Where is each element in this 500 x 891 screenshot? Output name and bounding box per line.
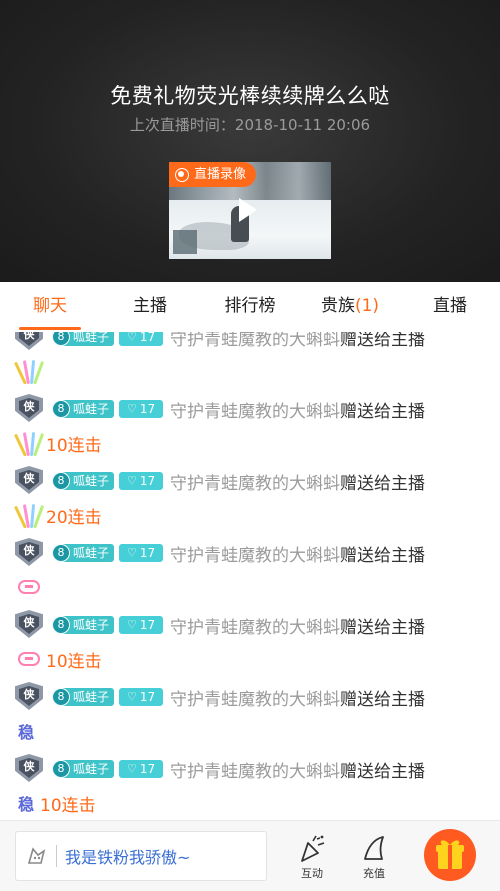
user-name[interactable]: 守护青蛙魔教的大蝌蚪 [170, 397, 340, 422]
shield-small-icon: ♡ [126, 762, 137, 775]
emoji-icon[interactable] [26, 845, 48, 867]
chat-message: 侠 8 呱蛙子 ♡ 17 守护青蛙魔教的大蝌蚪 赠送给主播稳 10连击 [0, 754, 500, 820]
user-name[interactable]: 守护青蛙魔教的大蝌蚪 [170, 541, 340, 566]
user-name[interactable]: 守护青蛙魔教的大蝌蚪 [170, 332, 340, 350]
tab-streamer[interactable]: 主播 [100, 282, 200, 332]
party-popper-icon [301, 835, 325, 862]
fan-badge: 8 呱蛙子 [52, 688, 115, 706]
shield-small-icon: ♡ [126, 474, 137, 487]
gift-action: 赠送给主播 [340, 617, 426, 638]
rank-shield-icon: 侠 [12, 682, 46, 712]
user-name[interactable]: 守护青蛙魔教的大蝌蚪 [170, 685, 340, 710]
fan-badge: 8 呱蛙子 [52, 616, 115, 634]
fan-badge: 8 呱蛙子 [52, 400, 115, 418]
tab-chat[interactable]: 聊天 [0, 282, 100, 332]
tab-bar: 聊天 主播 排行榜 贵族(1) 直播 [0, 282, 500, 333]
glowstick-gift-icon [13, 430, 45, 457]
replay-badge: 直播录像 [169, 162, 257, 187]
interact-label: 互动 [301, 867, 323, 880]
fan-badge: 8 呱蛙子 [52, 544, 115, 562]
chat-message: 侠 8 呱蛙子 ♡ 17 守护青蛙魔教的大蝌蚪 赠送给主播 [0, 332, 500, 394]
replay-badge-label: 直播录像 [194, 167, 247, 182]
chat-message: 侠 8 呱蛙子 ♡ 17 守护青蛙魔教的大蝌蚪 赠送给主播 20连击 [0, 466, 500, 538]
chat-input-placeholder: 我是铁粉我骄傲~ [65, 848, 191, 867]
glowstick-gift-icon [13, 502, 45, 529]
recharge-button[interactable]: 充值 [352, 833, 396, 881]
guard-badge: ♡ 17 [119, 544, 164, 562]
chat-message: 侠 8 呱蛙子 ♡ 17 守护青蛙魔教的大蝌蚪 赠送给主播 10连击 [0, 394, 500, 466]
shield-small-icon: ♡ [126, 332, 137, 343]
user-name[interactable]: 守护青蛙魔教的大蝌蚪 [170, 757, 340, 782]
last-live-time: 上次直播时间：2018-10-11 20:06 [129, 116, 371, 134]
chat-list[interactable]: 侠 8 呱蛙子 ♡ 17 守护青蛙魔教的大蝌蚪 赠送给主播侠 8 呱蛙子 ♡ 17 守护青蛙魔教的大蝌… [0, 332, 500, 820]
shield-small-icon: ♡ [126, 618, 137, 631]
rank-shield-icon: 侠 [12, 394, 46, 424]
guard-badge: ♡ 17 [119, 472, 164, 490]
fan-badge: 8 呱蛙子 [52, 472, 115, 490]
chat-message: 侠 8 呱蛙子 ♡ 17 守护青蛙魔教的大蝌蚪 赠送给主播稳 [0, 682, 500, 754]
rank-shield-icon: 侠 [12, 610, 46, 640]
record-icon [175, 167, 189, 182]
tab-live[interactable]: 直播 [400, 282, 500, 332]
fan-badge: 8 呱蛙子 [52, 760, 115, 778]
guard-badge: ♡ 17 [119, 400, 164, 418]
gift-action: 赠送给主播 [340, 761, 426, 782]
guard-badge: ♡ 17 [119, 332, 164, 346]
rank-shield-icon: 侠 [12, 538, 46, 568]
recharge-label: 充值 [363, 867, 385, 880]
rank-shield-icon: 侠 [12, 754, 46, 784]
play-icon[interactable] [239, 198, 257, 222]
stream-title: 免费礼物荧光棒续续牌么么哒 [110, 84, 390, 108]
replay-thumbnail[interactable]: 直播录像 [169, 162, 331, 259]
user-name[interactable]: 守护青蛙魔教的大蝌蚪 [170, 613, 340, 638]
combo-count: 20连击 [46, 507, 102, 528]
rank-shield-icon: 侠 [12, 332, 46, 352]
shield-small-icon: ♡ [126, 402, 137, 415]
video-header: 免费礼物荧光棒续续牌么么哒 上次直播时间：2018-10-11 20:06 直播… [0, 0, 500, 282]
guard-badge: ♡ 17 [119, 760, 164, 778]
rank-shield-icon: 侠 [12, 466, 46, 496]
bubble-gift-icon [18, 652, 40, 666]
interact-button[interactable]: 互动 [290, 833, 334, 881]
chat-message: 侠 8 呱蛙子 ♡ 17 守护青蛙魔教的大蝌蚪 赠送给主播 10连击 [0, 610, 500, 682]
combo-count: 10连击 [46, 651, 102, 672]
tab-ranking[interactable]: 排行榜 [200, 282, 300, 332]
guard-badge: ♡ 17 [119, 688, 164, 706]
shield-small-icon: ♡ [126, 546, 137, 559]
nobility-count: (1) [354, 296, 380, 316]
steady-gift-icon: 稳 [18, 723, 35, 742]
user-name[interactable]: 守护青蛙魔教的大蝌蚪 [170, 469, 340, 494]
gift-action: 赠送给主播 [340, 545, 426, 566]
steady-gift-icon: 稳 [18, 795, 35, 814]
gift-action: 赠送给主播 [340, 689, 426, 710]
bubble-gift-icon [18, 580, 40, 594]
chat-message: 侠 8 呱蛙子 ♡ 17 守护青蛙魔教的大蝌蚪 赠送给主播 [0, 538, 500, 610]
gift-action: 赠送给主播 [340, 332, 426, 350]
chat-input[interactable]: 我是铁粉我骄傲~ [15, 831, 267, 881]
gift-action: 赠送给主播 [340, 401, 426, 422]
combo-count: 10连击 [46, 435, 102, 456]
glowstick-gift-icon [13, 358, 45, 385]
guard-badge: ♡ 17 [119, 616, 164, 634]
gift-action: 赠送给主播 [340, 473, 426, 494]
tab-nobility[interactable]: 贵族(1) [300, 282, 400, 332]
shield-small-icon: ♡ [126, 690, 137, 703]
gift-icon [436, 840, 464, 869]
bottom-bar: 我是铁粉我骄傲~ 互动 充值 [0, 820, 500, 891]
gift-button[interactable] [424, 829, 476, 881]
fin-icon [364, 836, 384, 860]
combo-count: 10连击 [40, 795, 96, 816]
fan-badge: 8 呱蛙子 [52, 332, 115, 346]
